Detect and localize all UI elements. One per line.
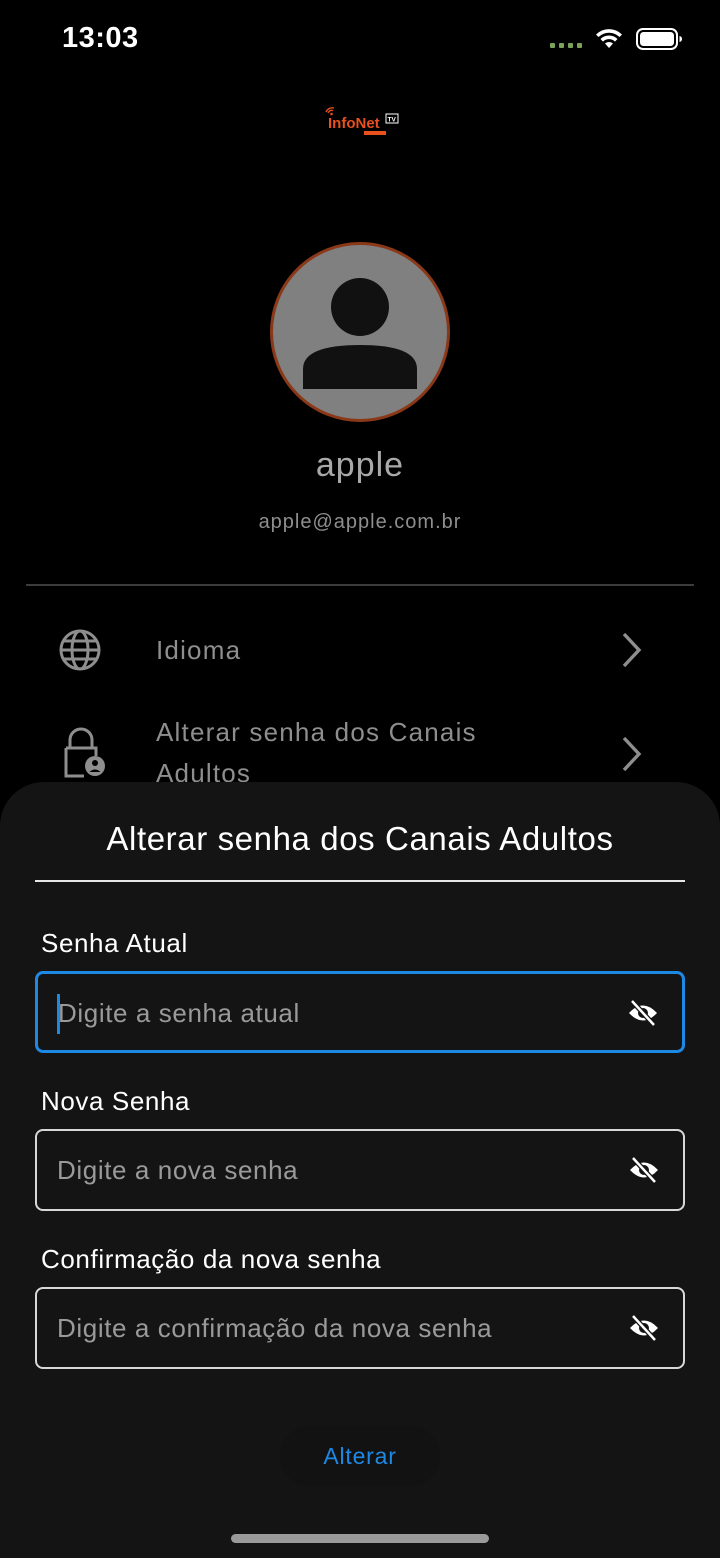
eye-off-icon[interactable]: [629, 1314, 659, 1342]
confirm-password-label: Confirmação da nova senha: [41, 1244, 382, 1274]
screen: 13:03 InfoNet TV apple apple@apple.com.b…: [0, 0, 720, 1558]
divider: [26, 584, 694, 586]
svg-text:InfoNet: InfoNet: [328, 115, 380, 132]
current-password-placeholder: Digite a senha atual: [58, 998, 300, 1028]
status-icons: [550, 26, 684, 52]
globe-icon: [59, 629, 101, 671]
change-password-sheet: Alterar senha dos Canais Adultos Senha A…: [0, 782, 720, 1558]
battery-full-icon: [636, 28, 682, 50]
new-password-placeholder: Digite a nova senha: [57, 1155, 299, 1185]
sheet-divider: [35, 880, 685, 882]
new-password-input[interactable]: Digite a nova senha: [35, 1129, 685, 1211]
home-indicator[interactable]: [231, 1534, 489, 1543]
eye-off-icon[interactable]: [629, 1156, 659, 1184]
profile-name: apple: [315, 446, 405, 484]
current-password-label: Senha Atual: [41, 928, 188, 958]
person-icon: [303, 278, 417, 389]
lock-person-icon: [64, 727, 105, 778]
chevron-right-icon: [622, 736, 642, 772]
status-bar: 13:03: [0, 0, 720, 80]
cellular-signal-icon: [550, 26, 582, 52]
confirm-password-placeholder: Digite a confirmação da nova senha: [57, 1313, 493, 1343]
infonet-logo: InfoNet TV: [322, 104, 402, 138]
submit-button[interactable]: Alterar: [280, 1426, 440, 1486]
menu-item-adult-password[interactable]: Alterar senha dos Canais Adultos: [0, 712, 720, 792]
menu-label-language: Idioma: [156, 635, 242, 665]
status-time: 13:03: [62, 22, 139, 54]
avatar[interactable]: [270, 242, 450, 422]
new-password-label: Nova Senha: [41, 1086, 191, 1116]
wifi-icon: [596, 29, 622, 48]
menu-item-language[interactable]: Idioma: [0, 620, 720, 680]
confirm-password-input[interactable]: Digite a confirmação da nova senha: [35, 1287, 685, 1369]
profile-email: apple@apple.com.br: [258, 511, 462, 533]
sheet-title: Alterar senha dos Canais Adultos: [106, 820, 614, 857]
svg-text:TV: TV: [388, 117, 397, 124]
current-password-input[interactable]: Digite a senha atual: [35, 971, 685, 1053]
eye-off-icon[interactable]: [628, 999, 658, 1027]
chevron-right-icon: [622, 632, 642, 668]
